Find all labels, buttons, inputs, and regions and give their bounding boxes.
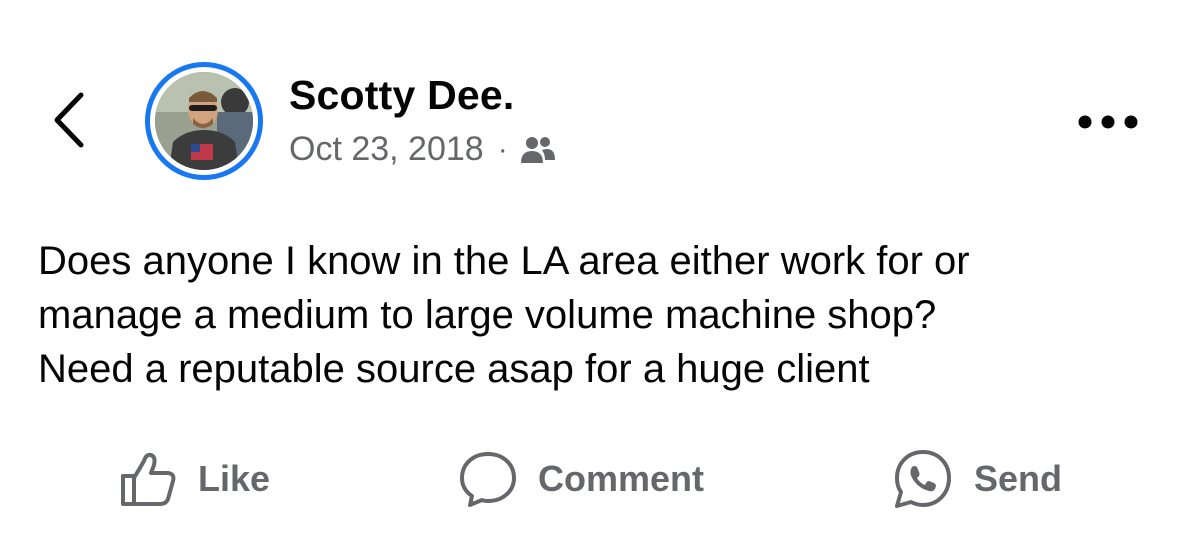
send-label: Send bbox=[974, 458, 1063, 499]
post-meta: Oct 23, 2018 · bbox=[289, 130, 556, 169]
chevron-left-icon bbox=[54, 92, 84, 148]
more-horizontal-icon bbox=[1078, 115, 1138, 129]
comment-bubble-icon bbox=[460, 452, 516, 507]
post-actions-bar: Like Comment Send bbox=[0, 444, 1179, 514]
like-label: Like bbox=[198, 458, 271, 499]
avatar-photo bbox=[155, 72, 253, 170]
like-button[interactable]: Like bbox=[118, 444, 270, 514]
comment-button[interactable]: Comment bbox=[458, 444, 704, 514]
thumbs-up-icon bbox=[121, 452, 176, 506]
more-options-button[interactable] bbox=[1072, 100, 1144, 144]
author-name[interactable]: Scotty Dee. bbox=[289, 72, 515, 119]
author-avatar[interactable] bbox=[145, 62, 263, 180]
friends-icon[interactable] bbox=[520, 135, 556, 165]
post-text: Does anyone I know in the LA area either… bbox=[38, 239, 970, 391]
send-button[interactable]: Send bbox=[892, 444, 1062, 514]
comment-label: Comment bbox=[538, 458, 705, 499]
back-button[interactable] bbox=[44, 88, 94, 152]
whatsapp-icon bbox=[895, 450, 951, 508]
meta-separator: · bbox=[497, 132, 508, 166]
post-date[interactable]: Oct 23, 2018 bbox=[289, 130, 484, 169]
